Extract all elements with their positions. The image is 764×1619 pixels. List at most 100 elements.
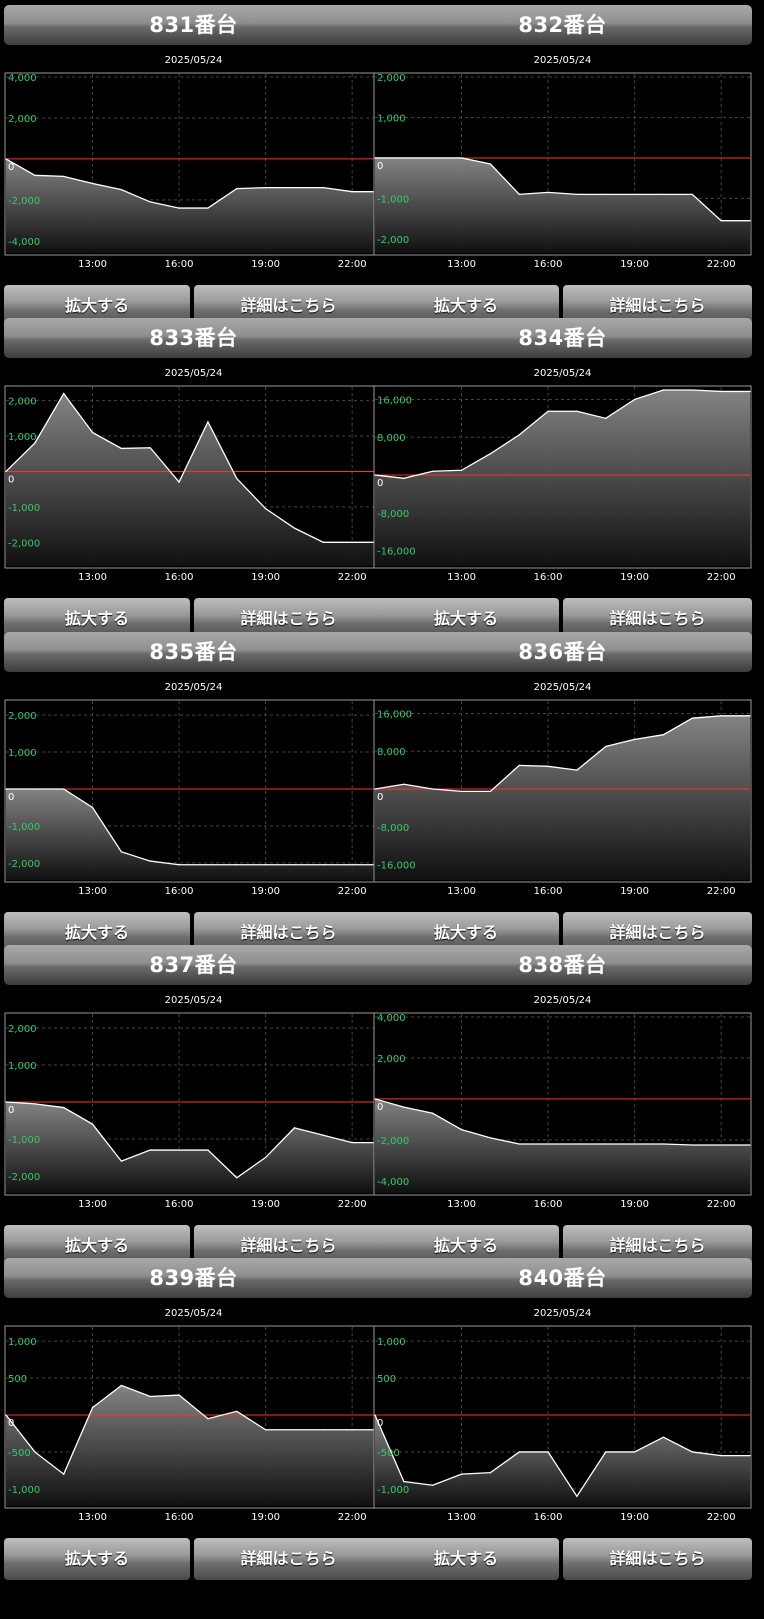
chart-area: 2,000 1,000 0 -1,000 -2,000 13:00 16:00 19:00 22… [4, 699, 383, 899]
data-point [374, 788, 376, 790]
y-tick-label: 16,000 [377, 395, 412, 406]
x-tick-label: 19:00 [620, 259, 649, 270]
machine-graph-grid: 831番台 2025/05/24 4,000 2,000 0 -2,000 -4,000 13… [0, 0, 764, 1619]
data-point [720, 220, 722, 222]
data-point [34, 1451, 36, 1453]
x-tick-label: 13:00 [78, 572, 107, 583]
data-point [236, 188, 238, 190]
chart-area: 4,000 2,000 0 -2,000 -4,000 13:00 16:00 19:00 22… [373, 1012, 752, 1212]
line-chart: 1,000 500 0 -500 -1,000 13:00 16:00 19:00 22:00 [373, 1325, 752, 1523]
line-chart: 1,000 500 0 -500 -1,000 13:00 16:00 19:00 22:00 [4, 1325, 383, 1523]
line-chart: 2,000 1,000 0 -1,000 -2,000 13:00 16:00 19:00 22… [373, 72, 752, 270]
data-point [662, 1143, 665, 1145]
data-point [403, 1106, 405, 1108]
data-point [691, 389, 693, 391]
y-tick-label: 4,000 [8, 73, 37, 84]
detail-button[interactable]: 詳細はこちら [194, 1538, 383, 1580]
data-point [178, 207, 180, 209]
y-tick-label: 500 [377, 1374, 396, 1385]
y-tick-label: 1,000 [8, 748, 37, 759]
chart-area: 2,000 1,000 0 -1,000 -2,000 13:00 16:00 19:00 22… [373, 72, 752, 272]
x-tick-label: 13:00 [447, 259, 476, 270]
y-tick-label: 2,000 [8, 1024, 37, 1035]
x-tick-label: 13:00 [78, 886, 107, 897]
data-point [265, 1156, 267, 1159]
line-chart: 4,000 2,000 0 -2,000 -4,000 13:00 16:00 19:00 22… [373, 1012, 752, 1210]
x-tick-label: 19:00 [251, 572, 280, 583]
data-point [460, 469, 463, 471]
data-point [91, 431, 94, 434]
data-point [634, 193, 636, 195]
data-point [120, 447, 122, 450]
data-point [403, 157, 405, 159]
data-point [576, 769, 578, 771]
data-point [489, 453, 491, 455]
y-tick-label: -4,000 [8, 237, 40, 248]
data-point [63, 392, 65, 395]
chart-area: 2,000 1,000 0 -1,000 -2,000 13:00 16:00 19:00 22… [4, 385, 383, 585]
data-point [91, 806, 94, 809]
data-point [691, 1451, 693, 1453]
data-point [178, 1149, 180, 1151]
data-point [322, 541, 324, 543]
y-tick-label: 2,000 [8, 711, 37, 722]
x-tick-label: 19:00 [251, 1199, 280, 1210]
y-tick-label: -2,000 [377, 235, 409, 246]
data-point [5, 158, 7, 160]
data-point [63, 1473, 65, 1475]
chart-date: 2025/05/24 [533, 368, 592, 379]
data-point [749, 1144, 751, 1146]
data-point [293, 1127, 296, 1129]
data-point [351, 1142, 353, 1144]
data-point [91, 182, 94, 185]
data-point [518, 764, 520, 766]
data-point [634, 1143, 636, 1145]
data-point [351, 541, 353, 543]
x-tick-label: 16:00 [534, 1512, 563, 1523]
line-chart: 16,000 8,000 0 -8,000 -16,000 13:00 16:00 19:00… [373, 385, 752, 583]
machine-title: 839番台 [4, 1258, 383, 1298]
data-point [518, 1143, 520, 1145]
x-tick-label: 22:00 [707, 1512, 736, 1523]
chart-date: 2025/05/24 [533, 682, 592, 693]
x-tick-label: 16:00 [534, 1199, 563, 1210]
data-point [432, 1484, 434, 1486]
x-tick-label: 19:00 [620, 1512, 649, 1523]
data-point [5, 1414, 7, 1416]
data-point [265, 187, 267, 189]
y-tick-label: -8,000 [377, 509, 409, 520]
data-point [34, 174, 36, 176]
data-point [749, 715, 751, 717]
zoom-button[interactable]: 拡大する [4, 1538, 190, 1580]
x-tick-label: 19:00 [251, 886, 280, 897]
line-chart: 2,000 1,000 0 -1,000 -2,000 13:00 16:00 19:00 22… [4, 1012, 383, 1210]
data-point [265, 1429, 267, 1431]
line-chart: 4,000 2,000 0 -2,000 -4,000 13:00 16:00 19:00 22… [4, 72, 383, 270]
data-point [322, 1134, 324, 1136]
y-tick-label: -1,000 [377, 1485, 409, 1496]
zoom-button[interactable]: 拡大する [373, 1538, 559, 1580]
machine-title: 831番台 [4, 5, 383, 45]
line-chart: 2,000 1,000 0 -1,000 -2,000 13:00 16:00 19:00 22… [4, 699, 383, 897]
x-tick-label: 22:00 [338, 1512, 367, 1523]
y-tick-label: 2,000 [8, 397, 37, 408]
data-point [489, 790, 491, 792]
line-chart: 2,000 1,000 0 -1,000 -2,000 13:00 16:00 19:00 22… [4, 385, 383, 583]
data-point [91, 1123, 94, 1125]
y-tick-label: 1,000 [377, 1337, 406, 1348]
machine-title: 836番台 [373, 632, 752, 672]
detail-button[interactable]: 詳細はこちら [563, 1538, 752, 1580]
y-tick-label: -2,000 [8, 1172, 40, 1183]
chart-date: 2025/05/24 [533, 55, 592, 66]
data-point [403, 783, 405, 785]
x-tick-label: 22:00 [707, 259, 736, 270]
data-point [489, 1137, 491, 1139]
y-tick-label: -1,000 [8, 822, 40, 833]
data-point [720, 715, 722, 717]
data-point [605, 417, 607, 419]
x-tick-label: 22:00 [338, 259, 367, 270]
data-point [749, 1455, 751, 1457]
data-point [63, 175, 65, 177]
data-point [749, 220, 751, 222]
y-tick-label: -8,000 [377, 823, 409, 834]
